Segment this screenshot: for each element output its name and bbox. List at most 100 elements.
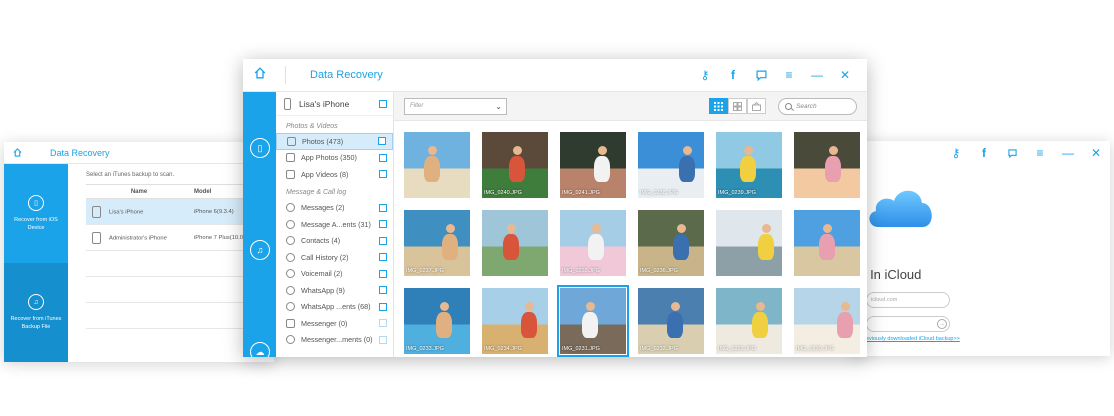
table-header: Name Model: [86, 185, 256, 199]
feedback-icon[interactable]: [747, 61, 775, 89]
home-icon[interactable]: [4, 144, 30, 162]
icloud-window: ⚷ f ≡ — ✕ gn In iCloud icloud.com → evio…: [852, 141, 1110, 356]
photo-subject: [679, 156, 695, 182]
photo-thumbnail[interactable]: IMG_0233.JPG: [404, 288, 470, 354]
search-placeholder: Search: [796, 102, 817, 110]
photo-subject: [825, 156, 841, 182]
item-checkbox[interactable]: [379, 269, 387, 278]
photo-thumbnail[interactable]: IMG_0230.JPG: [794, 288, 860, 354]
photo-thumbnail[interactable]: IMG_0239.JPG: [716, 132, 782, 198]
photo-subject-head: [445, 224, 455, 233]
item-checkbox[interactable]: [379, 253, 387, 262]
music-icon[interactable]: ♫: [250, 240, 270, 260]
password-field[interactable]: →: [866, 316, 950, 332]
table-row[interactable]: Administrator's iPhone iPhone 7 Plus(10.…: [86, 225, 256, 251]
contacts-icon: [286, 236, 295, 246]
item-checkbox[interactable]: [378, 137, 386, 146]
photo-thumbnail[interactable]: IMG_0232.JPG: [638, 288, 704, 354]
photo-thumbnail[interactable]: IMG_0231.JPG: [557, 285, 629, 357]
mode-sidebar: ▯ Recover from iOS Device ♫ Recover from…: [4, 164, 68, 362]
photo-thumbnail[interactable]: IMG_0235.JPG: [560, 210, 626, 276]
nav-item-messages[interactable]: Messages (2): [276, 200, 393, 217]
close-icon[interactable]: ✕: [831, 61, 859, 89]
cloud-icon[interactable]: ☁: [250, 342, 270, 357]
photo-thumbnail[interactable]: IMG_0234.JPG: [482, 288, 548, 354]
nav-item-whatsapp[interactable]: WhatsApp (9): [276, 282, 393, 299]
messenger-icon: [286, 318, 295, 328]
photo-thumbnail[interactable]: IMG_0238.JPG: [638, 132, 704, 198]
item-checkbox[interactable]: [379, 220, 387, 229]
key-icon[interactable]: ⚷: [691, 61, 719, 89]
sidebar-item-recover-itunes[interactable]: ♫ Recover from iTunes Backup File: [4, 263, 68, 362]
category-heading: Photos & Videos: [286, 122, 338, 130]
photo-subject-head: [676, 224, 686, 233]
item-checkbox[interactable]: [379, 170, 387, 179]
photo-thumbnail[interactable]: [794, 210, 860, 276]
apple-id-field[interactable]: icloud.com: [866, 292, 950, 308]
list-view-button[interactable]: [747, 98, 766, 114]
menu-icon[interactable]: ≡: [775, 61, 803, 89]
photo-thumbnail[interactable]: IMG_0237.JPG: [404, 210, 470, 276]
filter-dropdown[interactable]: Filter ⌄: [404, 97, 507, 115]
photo-thumbnail[interactable]: [716, 210, 782, 276]
tile-view-button[interactable]: [728, 98, 747, 114]
photo-subject-head: [743, 146, 753, 155]
title-divider: [285, 66, 286, 84]
grid-icon: [714, 101, 723, 111]
item-checkbox[interactable]: [379, 286, 387, 295]
table-row[interactable]: Lisa's iPhone iPhone 6(9.3.4): [86, 199, 256, 225]
search-input[interactable]: Search: [778, 97, 857, 115]
downloaded-backup-link[interactable]: eviously downloaded iCloud backup>>: [866, 336, 960, 342]
nav-item-messenger-attachments[interactable]: Messenger...ments (0): [276, 332, 393, 349]
photo-thumbnail[interactable]: IMG_0229.JPG: [716, 288, 782, 354]
grid-view-button[interactable]: [709, 98, 728, 114]
item-checkbox[interactable]: [379, 203, 387, 212]
nav-item-contacts[interactable]: Contacts (4): [276, 233, 393, 250]
sidebar-item-recover-ios[interactable]: ▯ Recover from iOS Device: [4, 164, 68, 263]
photo-thumbnail[interactable]: [404, 132, 470, 198]
nav-item-photos[interactable]: Photos (473): [276, 133, 393, 150]
item-checkbox[interactable]: [379, 153, 387, 162]
category-nav: Lisa's iPhone Photos & Videos Photos (47…: [276, 92, 394, 357]
photo-thumbnail[interactable]: IMG_0240.JPG: [482, 132, 548, 198]
photo-thumbnail[interactable]: [482, 210, 548, 276]
attachment-icon: [286, 219, 295, 229]
nav-item-messenger[interactable]: Messenger (0): [276, 315, 393, 332]
title-bar: Data Recovery: [4, 142, 274, 164]
close-icon[interactable]: ✕: [1082, 141, 1110, 167]
item-checkbox[interactable]: [379, 236, 387, 245]
message-icon: [286, 203, 295, 213]
nav-item-app-videos[interactable]: App Videos (8): [276, 166, 393, 183]
item-checkbox[interactable]: [379, 335, 387, 344]
nav-item-message-attachments[interactable]: Message A...ents (31): [276, 216, 393, 233]
photo-thumbnail[interactable]: IMG_0241.JPG: [560, 132, 626, 198]
backup-table: Name Model Lisa's iPhone iPhone 6(9.3.4)…: [86, 184, 256, 329]
photo-subject-head: [506, 224, 516, 233]
device-checkbox[interactable]: [379, 100, 387, 108]
device-icon[interactable]: ▯: [250, 138, 270, 158]
nav-item-app-photos[interactable]: App Photos (350): [276, 150, 393, 167]
nav-item-voicemail[interactable]: Voicemail (2): [276, 266, 393, 283]
arrow-right-icon[interactable]: →: [937, 319, 947, 329]
item-checkbox[interactable]: [379, 302, 387, 311]
photo-subject-head: [439, 302, 449, 311]
photo-thumbnail[interactable]: IMG_0236.JPG: [638, 210, 704, 276]
chevron-down-icon: ⌄: [495, 101, 502, 111]
facebook-icon[interactable]: f: [719, 61, 747, 89]
feedback-icon[interactable]: [998, 141, 1026, 167]
menu-icon[interactable]: ≡: [1026, 141, 1054, 167]
key-icon[interactable]: ⚷: [942, 141, 970, 167]
nav-item-call-history[interactable]: Call History (2): [276, 249, 393, 266]
photo-filename: IMG_0239.JPG: [718, 190, 756, 196]
photo-thumbnail[interactable]: [794, 132, 860, 198]
photo-subject: [442, 234, 458, 260]
photo-filename: IMG_0229.JPG: [718, 346, 756, 352]
nav-item-whatsapp-attachments[interactable]: WhatsApp ...ents (68): [276, 299, 393, 316]
facebook-icon[interactable]: f: [970, 141, 998, 167]
device-row[interactable]: Lisa's iPhone: [276, 92, 393, 116]
item-checkbox[interactable]: [379, 319, 387, 328]
minimize-icon[interactable]: —: [803, 61, 831, 89]
home-icon[interactable]: [243, 66, 277, 84]
minimize-icon[interactable]: —: [1054, 141, 1082, 167]
photo-subject: [740, 156, 756, 182]
